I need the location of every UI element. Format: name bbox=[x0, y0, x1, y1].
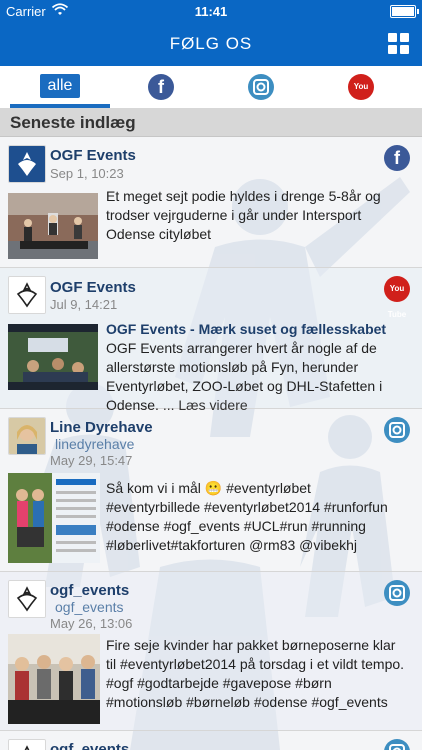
video-title[interactable]: OGF Events - Mærk suset og fællesskabet bbox=[106, 320, 406, 339]
avatar bbox=[8, 145, 46, 183]
feed-post[interactable]: ogf_events bbox=[0, 731, 422, 750]
feed-post[interactable]: ogf_events ogf_events May 26, 13:06 Fire… bbox=[0, 572, 422, 731]
feed-post[interactable]: OGF Events Jul 9, 14:21 You Tube OGF Eve… bbox=[0, 268, 422, 413]
youtube-icon: You Tube bbox=[348, 74, 374, 117]
video-thumbnail[interactable] bbox=[8, 324, 98, 390]
tab-facebook[interactable]: f bbox=[110, 66, 210, 108]
post-handle: linedyrehave bbox=[55, 436, 135, 452]
post-text: Et meget sejt podie hyldes i drenge 5-8å… bbox=[106, 188, 381, 242]
post-date: May 26, 13:06 bbox=[50, 616, 133, 631]
post-date: Jul 9, 14:21 bbox=[50, 297, 118, 312]
battery-icon bbox=[390, 5, 419, 18]
post-author: Line Dyrehave bbox=[50, 419, 153, 436]
post-date: Sep 1, 10:23 bbox=[50, 166, 124, 181]
facebook-icon: f bbox=[148, 74, 174, 100]
instagram-icon bbox=[384, 580, 410, 606]
tab-all-label: alle bbox=[40, 74, 80, 98]
feed-list[interactable]: OGF Events Sep 1, 10:23 f Et meget sejt … bbox=[0, 137, 422, 750]
post-image[interactable] bbox=[8, 634, 100, 724]
post-author: OGF Events bbox=[50, 147, 136, 164]
post-handle: ogf_events bbox=[55, 599, 124, 615]
tab-youtube[interactable]: You Tube bbox=[310, 66, 410, 117]
tab-instagram[interactable] bbox=[210, 66, 310, 108]
filter-tabs: alle f You Tube bbox=[0, 66, 422, 117]
post-image[interactable] bbox=[8, 193, 98, 259]
instagram-icon bbox=[248, 74, 274, 100]
tab-all[interactable]: alle bbox=[10, 66, 110, 108]
section-header: Seneste indlæg bbox=[0, 108, 422, 137]
avatar bbox=[8, 417, 46, 455]
post-image[interactable] bbox=[8, 473, 100, 563]
feed-post[interactable]: OGF Events Sep 1, 10:23 f Et meget sejt … bbox=[0, 137, 422, 268]
youtube-icon: You Tube bbox=[384, 276, 410, 319]
status-bar: Carrier 11:41 bbox=[0, 0, 422, 22]
feed-post[interactable]: Line Dyrehave linedyrehave May 29, 15:47… bbox=[0, 409, 422, 572]
instagram-icon bbox=[384, 417, 410, 443]
post-body: OGF Events - Mærk suset og fællesskabet … bbox=[106, 320, 406, 415]
avatar bbox=[8, 580, 46, 618]
post-text: Fire seje kvinder har pakket børneposern… bbox=[106, 637, 405, 710]
facebook-icon: f bbox=[384, 145, 410, 171]
post-date: May 29, 15:47 bbox=[50, 453, 133, 468]
post-text: Så kom vi i mål 😬 #eventyrløbet #eventyr… bbox=[106, 480, 388, 553]
nav-bar: FØLG OS bbox=[0, 22, 422, 66]
page-title: FØLG OS bbox=[169, 34, 253, 53]
grid-menu-icon[interactable] bbox=[388, 33, 410, 55]
post-author: ogf_events bbox=[50, 582, 130, 599]
clock: 11:41 bbox=[194, 4, 228, 19]
post-author: OGF Events bbox=[50, 279, 136, 296]
post-author: ogf_events bbox=[50, 741, 130, 750]
avatar bbox=[8, 739, 46, 750]
instagram-icon bbox=[384, 739, 410, 750]
avatar bbox=[8, 276, 46, 314]
section-title: Seneste indlæg bbox=[10, 113, 136, 132]
